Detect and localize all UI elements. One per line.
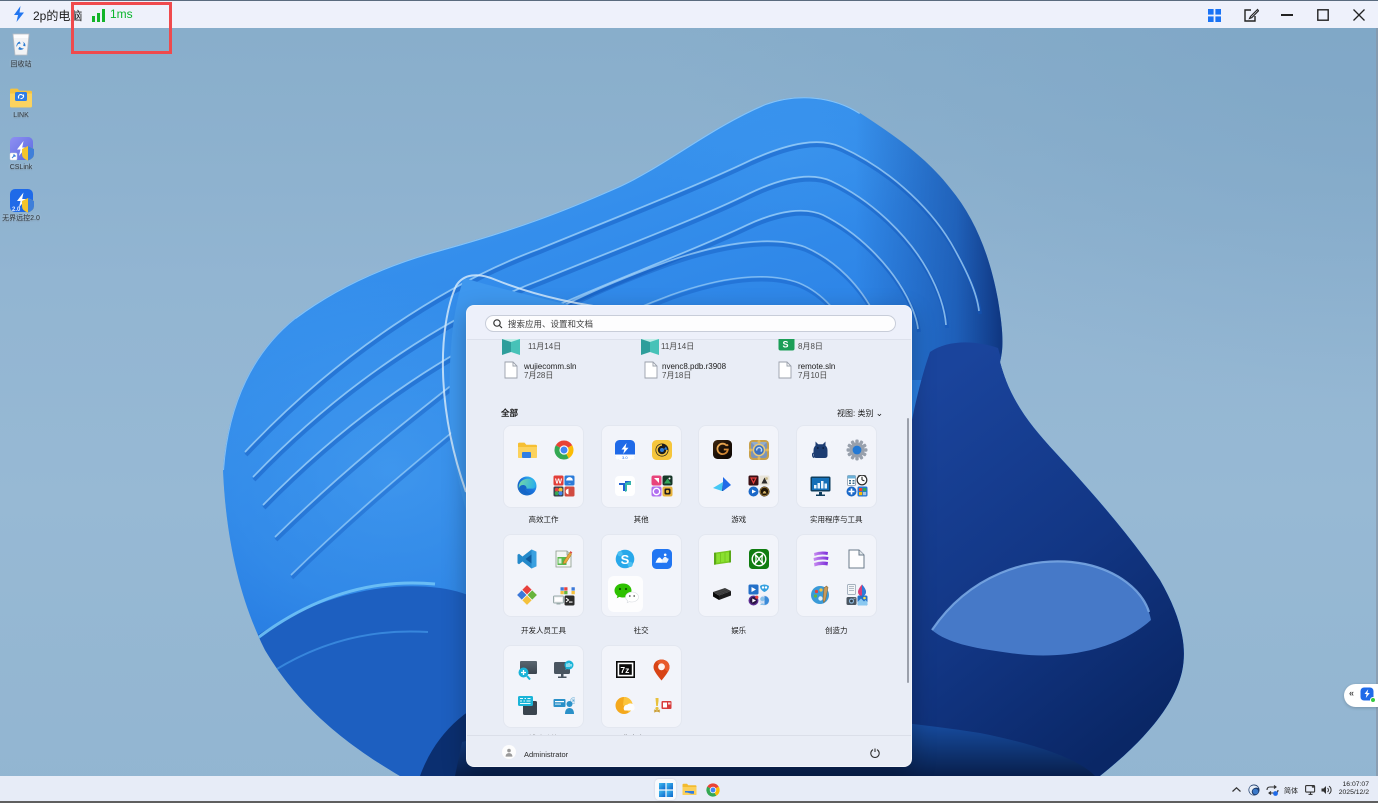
svg-text:S: S <box>620 552 629 567</box>
svg-text:S: S <box>783 340 789 350</box>
svg-text:3.0: 3.0 <box>622 455 628 460</box>
svg-text:W: W <box>555 476 563 485</box>
svg-text:7z: 7z <box>620 665 629 675</box>
